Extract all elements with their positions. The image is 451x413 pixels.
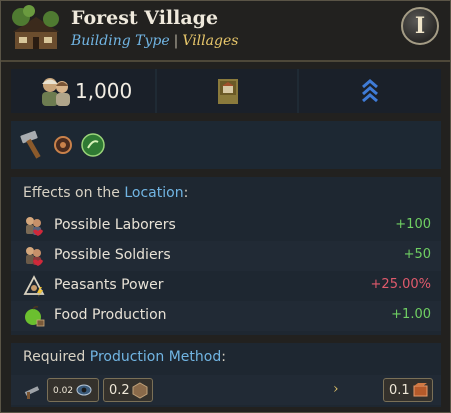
level-cell[interactable] xyxy=(299,69,441,113)
location-link[interactable]: Location xyxy=(124,185,183,201)
effect-row-peasants-power[interactable]: Peasants Power +25.00% xyxy=(11,271,441,301)
effect-value: +25.00% xyxy=(370,277,431,292)
building-category[interactable]: Villages xyxy=(182,33,238,49)
effect-value: +100 xyxy=(395,217,431,232)
input-chip-small[interactable]: 0.02 xyxy=(47,378,99,402)
production-heading-prefix: Required xyxy=(23,349,90,365)
peasants-power-icon xyxy=(23,275,45,297)
effect-label: Possible Laborers xyxy=(54,217,176,233)
level-chevron-icon xyxy=(362,79,378,103)
effect-row-food[interactable]: Food Production +1.00 xyxy=(11,301,441,331)
stats-row: 1,000 xyxy=(11,69,441,113)
effect-label: Peasants Power xyxy=(54,277,164,293)
soldiers-icon xyxy=(26,247,43,266)
hammer-icon[interactable] xyxy=(19,129,49,161)
output-good-icon xyxy=(413,383,428,397)
effects-heading-suffix: : xyxy=(183,185,189,201)
material-icon xyxy=(132,382,148,399)
effect-label: Food Production xyxy=(54,307,167,323)
population-icon xyxy=(42,78,70,106)
category-cell[interactable] xyxy=(157,69,297,113)
eye-glass-icon xyxy=(76,384,92,396)
requirements-row xyxy=(11,121,441,169)
input-small-value: 0.02 xyxy=(53,386,74,396)
tooltip-header: Forest Village Building Type | Villages I xyxy=(1,1,450,59)
population-cell[interactable]: 1,000 xyxy=(11,69,155,113)
production-method-link[interactable]: Production Method xyxy=(90,349,221,365)
input-chip-main[interactable]: 0.2 xyxy=(103,378,153,402)
building-subtitle: Building Type | Villages xyxy=(71,33,238,49)
effect-label: Possible Soldiers xyxy=(54,247,171,263)
building-type-link[interactable]: Building Type xyxy=(71,33,170,49)
input-main-value: 0.2 xyxy=(109,383,130,398)
effects-heading: Effects on the Location: xyxy=(23,185,188,201)
population-value: 1,000 xyxy=(75,79,133,103)
effect-value: +1.00 xyxy=(391,307,431,322)
green-emblem-icon[interactable] xyxy=(81,133,105,157)
effects-section: Effects on the Location: Possible Labore… xyxy=(11,177,441,335)
effect-value: +50 xyxy=(403,247,431,262)
target-ring-icon[interactable] xyxy=(53,135,73,155)
villages-banner-icon xyxy=(218,79,238,104)
effect-row-laborers[interactable]: Possible Laborers +100 xyxy=(11,211,441,241)
production-heading-suffix: : xyxy=(221,349,226,365)
tooltip-panel: Forest Village Building Type | Villages I … xyxy=(0,0,451,413)
info-button[interactable]: I xyxy=(401,7,439,45)
output-chip[interactable]: 0.1 xyxy=(383,378,433,402)
production-arrow-icon: › xyxy=(333,381,339,397)
food-apple-icon xyxy=(25,306,45,327)
forest-village-building-icon xyxy=(12,5,59,49)
building-title: Forest Village xyxy=(71,7,219,29)
effects-heading-prefix: Effects on the xyxy=(23,185,125,201)
tools-icon xyxy=(24,386,40,399)
production-method-heading: Required Production Method: xyxy=(23,349,226,365)
production-method-row[interactable]: 0.02 0.2 › 0.1 xyxy=(11,375,441,405)
header-divider xyxy=(1,60,450,62)
production-method-section: Required Production Method: 0.02 0.2 › 0… xyxy=(11,343,441,407)
laborers-icon xyxy=(26,217,43,236)
effect-row-soldiers[interactable]: Possible Soldiers +50 xyxy=(11,241,441,271)
output-value: 0.1 xyxy=(389,383,410,398)
subtitle-separator: | xyxy=(173,33,179,49)
